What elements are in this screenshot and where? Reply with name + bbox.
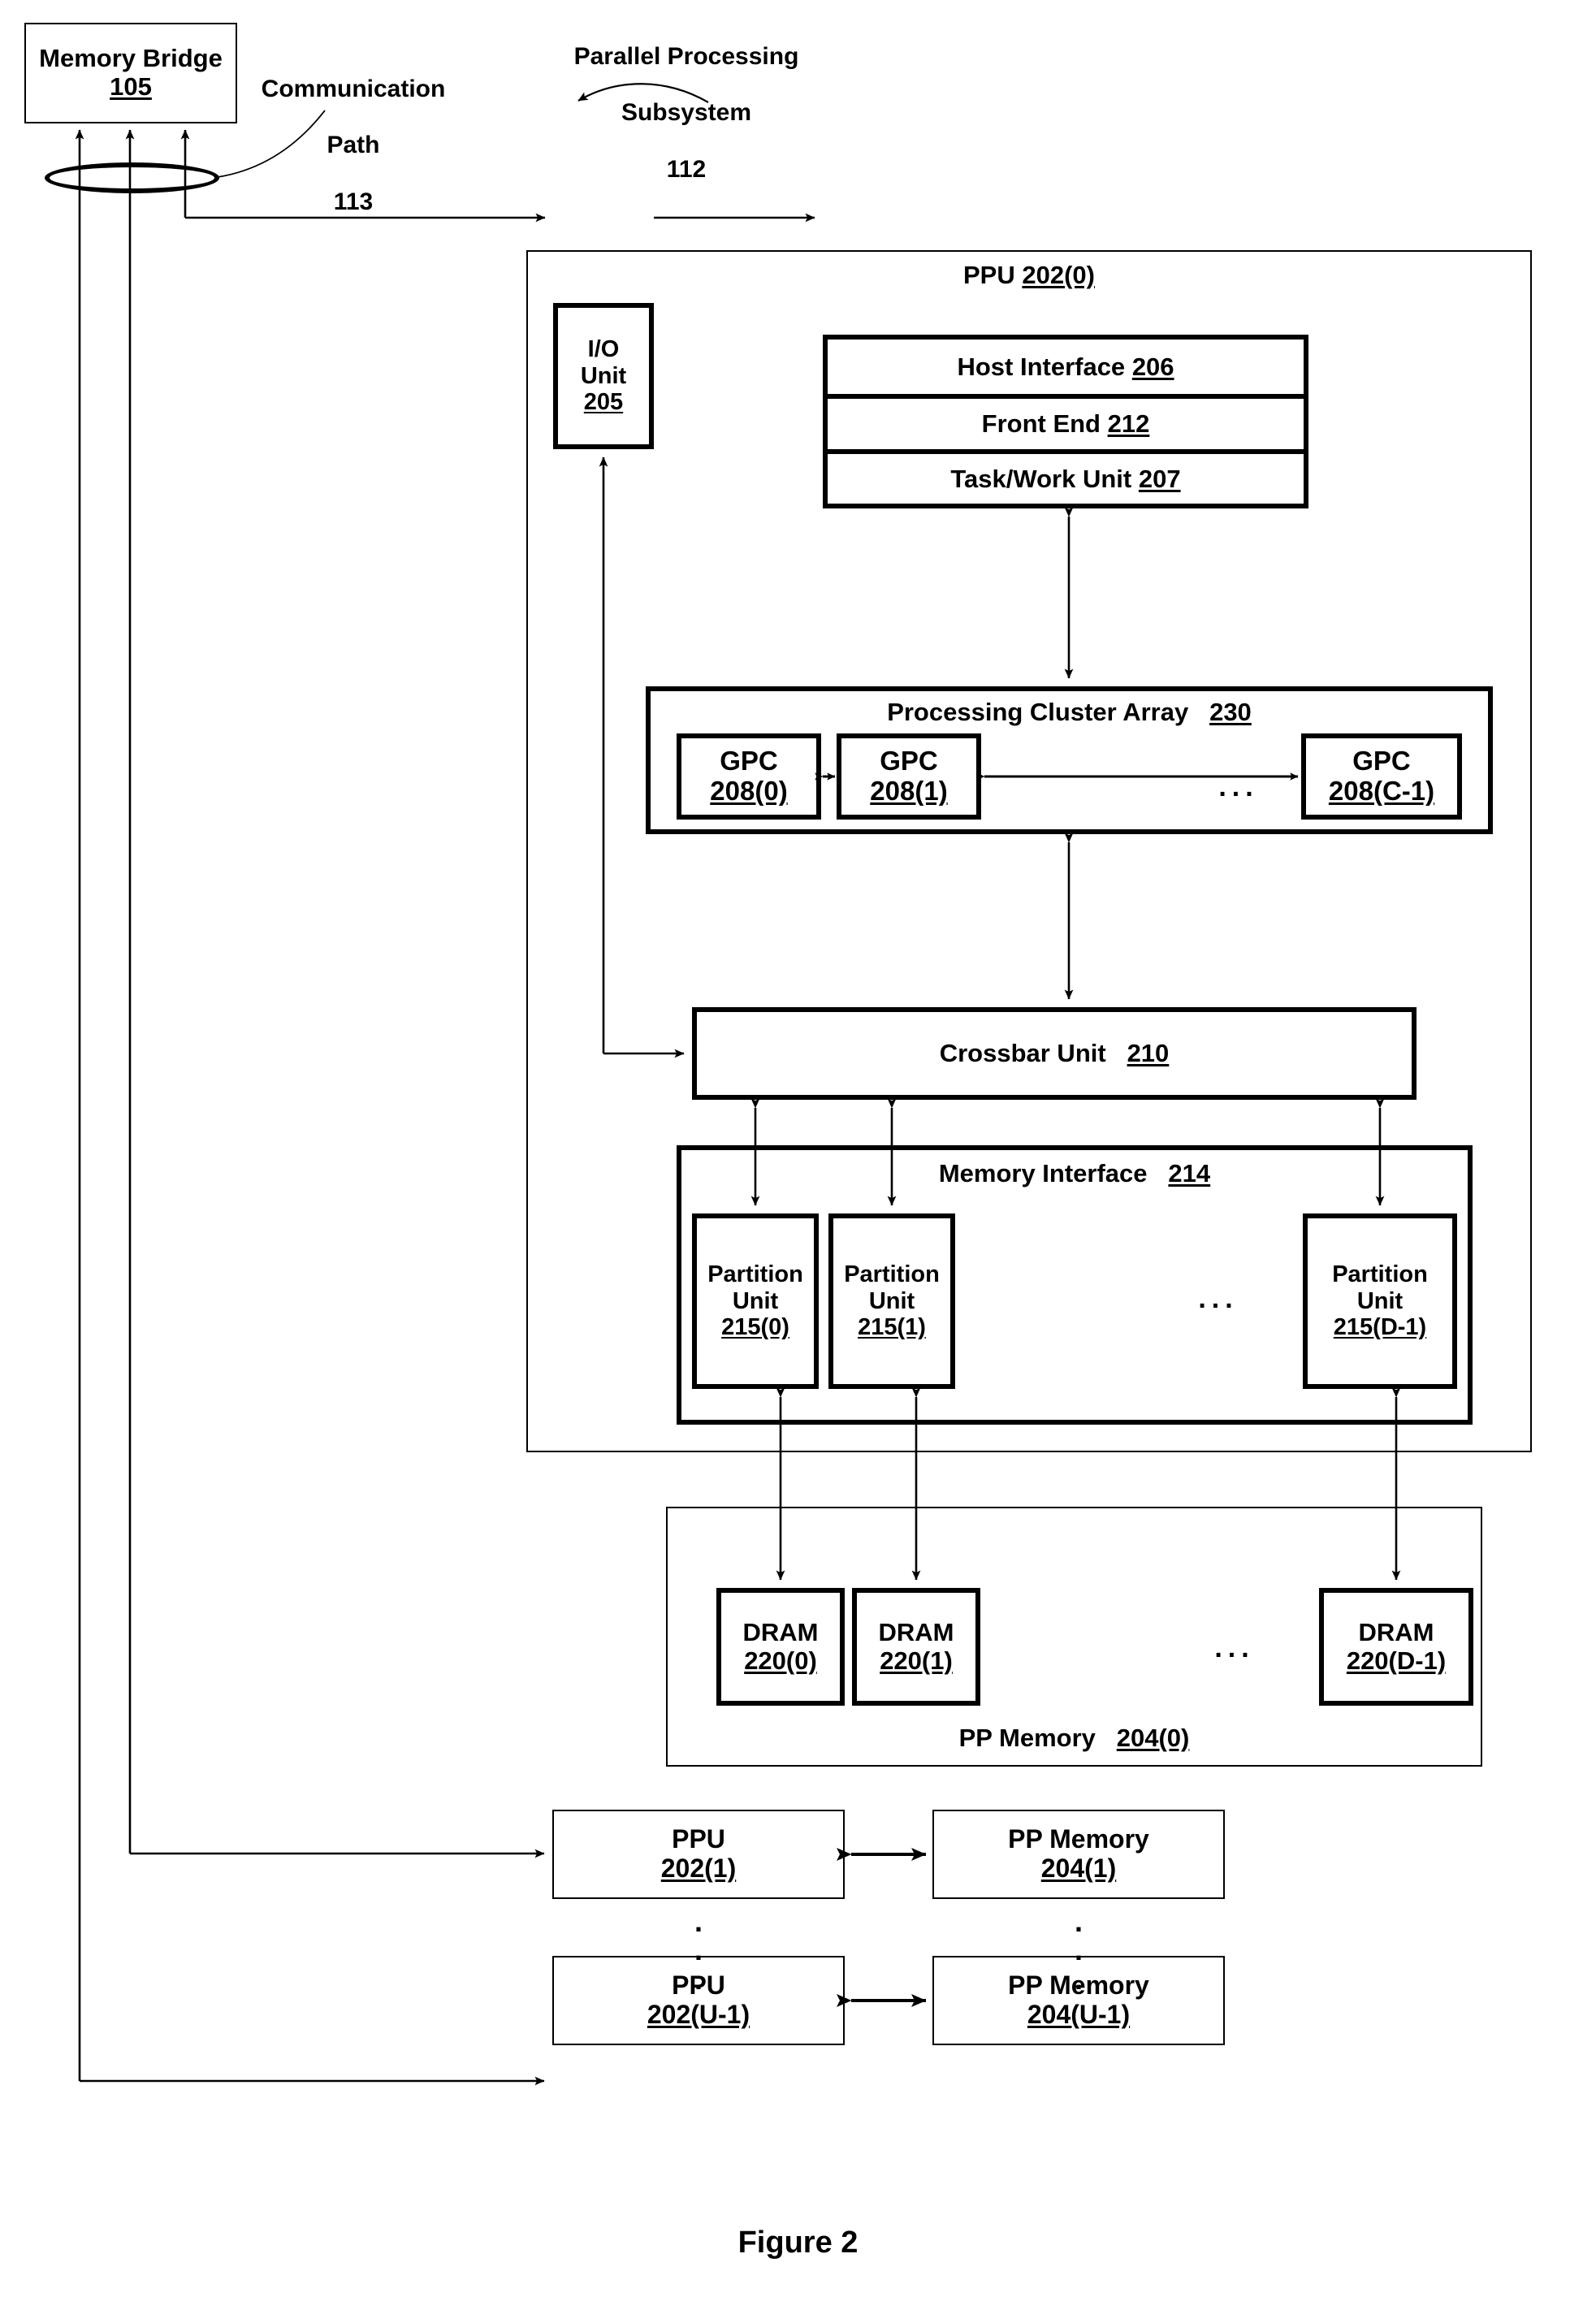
io-unit-box[interactable]: I/O Unit 205	[553, 303, 654, 449]
dram-d-1-ref: 220(D-1)	[1346, 1646, 1447, 1675]
partition-unit-0-box[interactable]: Partition Unit 215(0)	[692, 1213, 819, 1389]
gpc-c-1-ref: 208(C-1)	[1328, 776, 1435, 806]
ppu-1-label: PPU	[672, 1824, 725, 1854]
pp-memory-0-title-row: PP Memory 204(0)	[668, 1724, 1481, 1752]
communication-path-bus-ellipse	[45, 162, 219, 193]
ppu-0-ref: 202(0)	[1022, 261, 1095, 289]
partition-unit-d-1-line1: Partition	[1332, 1261, 1428, 1288]
pps-ref: 112	[666, 155, 707, 183]
crossbar-unit-box[interactable]: Crossbar Unit 210	[692, 1007, 1417, 1100]
pp-memory-0-ref: 204(0)	[1116, 1723, 1190, 1752]
communication-path-label: Communication Path 113	[244, 47, 463, 245]
gpc-0-ref: 208(0)	[710, 776, 788, 806]
pp-memory-u-1-label: PP Memory	[1008, 1970, 1149, 2001]
parallel-processing-subsystem-label: Parallel Processing Subsystem 112	[569, 15, 804, 213]
pp-memory-0-label: PP Memory	[958, 1723, 1096, 1752]
front-end-ref: 212	[1107, 409, 1150, 438]
dram-ellipsis: ...	[1214, 1633, 1255, 1663]
front-end-label: Front End	[981, 409, 1101, 438]
dram-0-ref: 220(0)	[744, 1646, 817, 1675]
communication-path-ref: 113	[333, 188, 374, 215]
dram-0-label: DRAM	[742, 1617, 819, 1646]
ppu-u-1-box[interactable]: PPU 202(U-1)	[552, 1956, 845, 2045]
dram-1-ref: 220(1)	[880, 1646, 953, 1675]
front-end-box[interactable]: Front End 212	[823, 396, 1308, 452]
ppu-u-1-ref: 202(U-1)	[647, 2000, 750, 2029]
memory-interface-label: Memory Interface	[938, 1159, 1148, 1187]
gpc-ellipsis: ...	[1218, 772, 1259, 802]
partition-unit-d-1-ref: 215(D-1)	[1333, 1314, 1427, 1341]
partition-unit-1-box[interactable]: Partition Unit 215(1)	[828, 1213, 955, 1389]
pp-memory-u-1-ref: 204(U-1)	[1027, 2000, 1131, 2029]
gpc-c-1-label: GPC	[1352, 746, 1411, 776]
task-work-unit-ref: 207	[1138, 464, 1181, 493]
ppu-u-1-label: PPU	[672, 1970, 725, 2001]
processing-cluster-array-label: Processing Cluster Array	[887, 698, 1189, 726]
partition-unit-1-ref: 215(1)	[858, 1314, 926, 1341]
partition-unit-d-1-box[interactable]: Partition Unit 215(D-1)	[1303, 1213, 1457, 1389]
gpc-1-label: GPC	[880, 746, 938, 776]
io-unit-line1: I/O	[587, 336, 620, 363]
pp-memory-1-box[interactable]: PP Memory 204(1)	[932, 1810, 1225, 1899]
task-work-unit-box[interactable]: Task/Work Unit 207	[823, 452, 1308, 508]
partition-unit-1-line2: Unit	[868, 1287, 915, 1314]
dram-d-1-label: DRAM	[1358, 1617, 1434, 1646]
partition-unit-0-ref: 215(0)	[721, 1314, 789, 1341]
ppu-1-ref: 202(1)	[660, 1854, 737, 1883]
gpc-c-1-box[interactable]: GPC 208(C-1)	[1301, 733, 1462, 820]
pp-memory-1-ref: 204(1)	[1040, 1854, 1117, 1883]
pp-memory-u-1-box[interactable]: PP Memory 204(U-1)	[932, 1956, 1225, 2045]
dram-d-1-box[interactable]: DRAM 220(D-1)	[1319, 1588, 1473, 1706]
ppu-0-title-row: PPU 202(0)	[528, 261, 1530, 289]
pps-line1: Parallel Processing	[573, 42, 799, 70]
host-interface-box[interactable]: Host Interface 206	[823, 335, 1308, 396]
ppu-1-box[interactable]: PPU 202(1)	[552, 1810, 845, 1899]
wire-group-ppu-memory	[837, 1848, 927, 2007]
pps-line2: Subsystem	[621, 99, 752, 127]
dram-1-label: DRAM	[878, 1617, 954, 1646]
memory-interface-ref: 214	[1168, 1159, 1211, 1187]
io-unit-line2: Unit	[580, 362, 627, 389]
memory-interface-title-row: Memory Interface 214	[681, 1159, 1468, 1187]
crossbar-unit-ref: 210	[1127, 1038, 1170, 1067]
gpc-1-ref: 208(1)	[870, 776, 948, 806]
partition-unit-1-line1: Partition	[844, 1261, 940, 1288]
communication-path-line1: Communication	[261, 75, 446, 102]
ppu-0-title: PPU	[963, 261, 1015, 289]
crossbar-unit-label: Crossbar Unit	[939, 1038, 1106, 1067]
communication-path-line2: Path	[327, 132, 380, 159]
host-interface-label: Host Interface	[957, 352, 1126, 381]
memory-bridge-title: Memory Bridge	[39, 44, 223, 73]
partition-unit-0-line1: Partition	[707, 1261, 803, 1288]
partition-unit-ellipsis: ...	[1198, 1283, 1239, 1314]
gpc-0-box[interactable]: GPC 208(0)	[677, 733, 821, 820]
figure-caption: Figure 2	[737, 2226, 859, 2260]
dram-0-box[interactable]: DRAM 220(0)	[716, 1588, 845, 1706]
partition-unit-0-line2: Unit	[732, 1287, 779, 1314]
gpc-0-label: GPC	[720, 746, 778, 776]
io-unit-ref: 205	[583, 389, 624, 416]
partition-unit-d-1-line2: Unit	[1356, 1287, 1404, 1314]
memory-bridge-box[interactable]: Memory Bridge 105	[24, 23, 237, 123]
memory-bridge-ref: 105	[110, 72, 152, 101]
host-interface-ref: 206	[1131, 352, 1174, 381]
processing-cluster-array-title-row: Processing Cluster Array 230	[651, 698, 1488, 726]
processing-cluster-array-ref: 230	[1209, 698, 1252, 726]
pp-memory-1-label: PP Memory	[1008, 1824, 1149, 1854]
figure-canvas: Memory Bridge 105 Communication Path 113…	[0, 0, 1596, 2323]
task-work-unit-label: Task/Work Unit	[950, 464, 1132, 493]
gpc-1-box[interactable]: GPC 208(1)	[837, 733, 981, 820]
dram-1-box[interactable]: DRAM 220(1)	[852, 1588, 980, 1706]
